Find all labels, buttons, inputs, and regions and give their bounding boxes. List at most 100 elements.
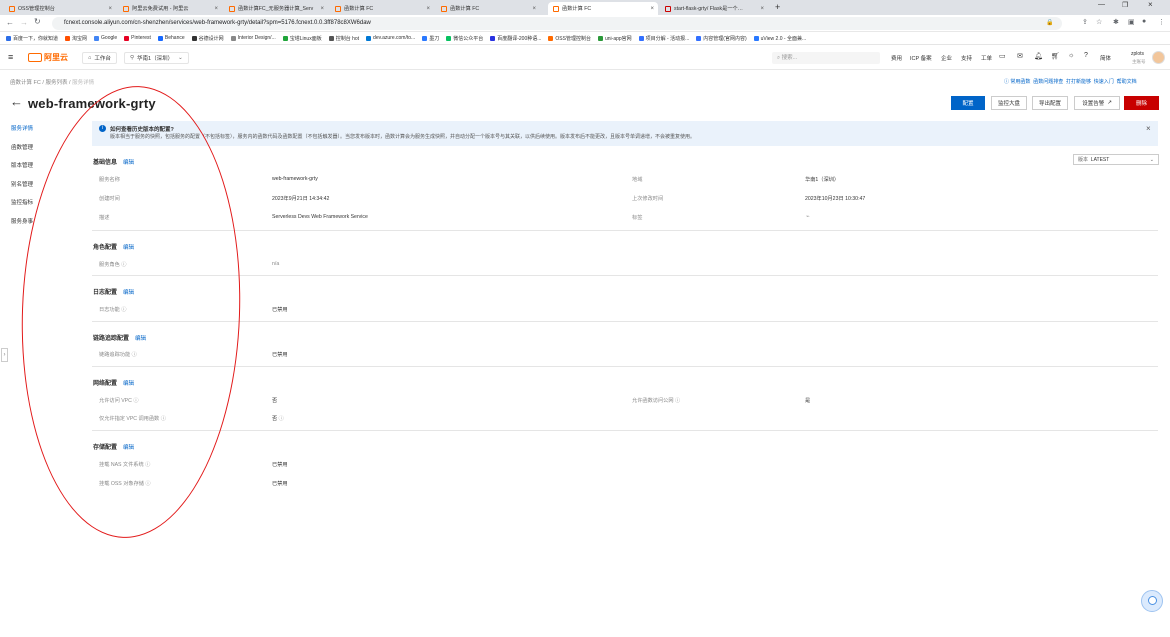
minimize-icon[interactable]: — xyxy=(1098,1,1105,8)
back-arrow-icon[interactable]: ← xyxy=(10,94,23,109)
help-icon[interactable]: ⓘ xyxy=(121,262,126,268)
bookmark-item[interactable]: Behance xyxy=(157,35,185,41)
sidebar-item-metrics[interactable]: 监控指标 xyxy=(11,198,33,217)
share-icon[interactable]: ⇪ xyxy=(1082,18,1088,26)
bookmark-item[interactable]: Interior Design/... xyxy=(230,35,276,41)
bookmark-item[interactable]: 百度一下，你就知道 xyxy=(6,35,58,42)
edit-link[interactable]: 编辑 xyxy=(135,336,146,342)
close-icon[interactable]: × xyxy=(108,6,112,12)
bookmark-item[interactable]: 墨刀 xyxy=(422,35,439,42)
browser-tab[interactable]: 函数计算 FC × xyxy=(436,2,540,15)
help-icon[interactable]: ? xyxy=(1084,52,1088,59)
sidebar-item-versions[interactable]: 版本管理 xyxy=(11,161,33,180)
sidebar-item-aliases[interactable]: 别名管理 xyxy=(11,180,33,199)
sidebar-item-functions[interactable]: 函数管理 xyxy=(11,143,33,162)
browser-tab[interactable]: OSS管理控制台 × xyxy=(4,2,116,15)
nav-link-support[interactable]: 支持 xyxy=(961,54,972,62)
bookmark-item[interactable]: OSS管理控制台 xyxy=(548,35,591,42)
monitor-dashboard-button[interactable]: 监控大盘 xyxy=(991,96,1027,110)
profile-icon[interactable]: ● xyxy=(1142,18,1146,25)
bookmark-item[interactable]: 项目分解 - 活动报... xyxy=(638,35,689,42)
bookmark-item[interactable]: dev.azure.com/to... xyxy=(366,35,415,41)
edit-link[interactable]: 编辑 xyxy=(123,245,134,251)
cart-icon[interactable]: 🛒︎ xyxy=(1051,52,1060,60)
help-icon[interactable]: ⓘ xyxy=(145,481,150,487)
star-icon[interactable]: ☆ xyxy=(1096,18,1102,26)
user-name[interactable]: zplots xyxy=(1131,51,1144,57)
bookmark-item[interactable]: 内容管理(官网内容) xyxy=(696,35,747,42)
help-icon[interactable]: ⓘ xyxy=(145,462,150,468)
quicklink[interactable]: 打打新能够 xyxy=(1066,79,1091,85)
url-input[interactable]: fcnext.console.aliyun.com/cn-shenzhen/se… xyxy=(52,17,1062,30)
region-select[interactable]: ⚲ 华南1（深圳） ⌄ xyxy=(124,52,189,64)
message-icon[interactable]: ✉ xyxy=(1017,52,1023,60)
help-icon[interactable]: ⓘ xyxy=(133,398,138,404)
help-icon[interactable]: ⓘ xyxy=(121,307,126,313)
search-input[interactable]: ⌕ 搜索... xyxy=(772,52,880,64)
new-tab-button[interactable]: + xyxy=(775,2,780,12)
browser-tab[interactable]: start-flask-grty/ Flask是一个… × xyxy=(660,2,768,15)
quicklink[interactable]: 快速入门 xyxy=(1094,79,1114,85)
bookmark-item[interactable]: Google xyxy=(94,35,117,41)
close-icon[interactable]: × xyxy=(760,6,764,12)
browser-tab[interactable]: 阿里云免费试用 - 阿里云 × xyxy=(118,2,222,15)
support-bot-icon[interactable] xyxy=(1141,590,1163,612)
menu-dots-icon[interactable]: ⋮ xyxy=(1158,18,1165,26)
help-icon[interactable]: ⓘ xyxy=(675,398,680,404)
bookmark-item[interactable]: 控制台 hot xyxy=(328,35,359,42)
language-switch[interactable]: 简体 xyxy=(1100,54,1111,62)
sidebar-expand-toggle[interactable]: › xyxy=(1,348,8,362)
browser-tab[interactable]: 函数计算FC_无服务器计算_Serv × xyxy=(224,2,328,15)
quicklink[interactable]: 帮助文档 xyxy=(1117,79,1137,85)
bookmark-item[interactable]: uView 2.0 - 全面兼... xyxy=(753,35,806,42)
breadcrumb-item[interactable]: 函数计算 FC xyxy=(10,80,41,86)
bookmark-item[interactable]: 淘宝网 xyxy=(65,35,87,42)
close-icon[interactable]: × xyxy=(320,6,324,12)
close-icon[interactable]: × xyxy=(650,6,654,12)
cloud-shell-icon[interactable]: ▭ xyxy=(999,52,1006,60)
close-icon[interactable]: × xyxy=(532,6,536,12)
version-select[interactable]: 版本 LATEST ⌄ xyxy=(1073,154,1159,165)
sidebar-item-service-detail[interactable]: 服务详情 xyxy=(11,124,33,143)
browser-tab-active[interactable]: 函数计算 FC × xyxy=(548,2,658,15)
browser-tab[interactable]: 函数计算 FC × xyxy=(330,2,434,15)
edit-link[interactable]: 编辑 xyxy=(123,381,134,387)
quicklink[interactable]: 常用函数 xyxy=(1010,79,1030,85)
breadcrumb-item[interactable]: 服务列表 xyxy=(45,80,67,86)
nav-link-billing[interactable]: 费用 xyxy=(891,54,902,62)
bookmark-item[interactable]: 宝塔Linux面板 xyxy=(282,35,322,42)
aliyun-logo[interactable]: 阿里云 xyxy=(28,52,68,63)
extensions-icon[interactable]: ✱ xyxy=(1113,18,1119,26)
delete-button[interactable]: 删除 xyxy=(1124,96,1159,110)
bookmark-item[interactable]: Pinterest xyxy=(124,35,151,41)
bell-icon[interactable]: 🔔︎ xyxy=(1034,52,1043,60)
nav-link-enterprise[interactable]: 企业 xyxy=(941,54,952,62)
nav-link-ticket[interactable]: 工单 xyxy=(981,54,992,62)
edit-link[interactable]: 编辑 xyxy=(123,290,134,296)
help-icon[interactable]: ⓘ xyxy=(279,416,284,422)
sidebar-item-other[interactable]: 服务身事 xyxy=(11,217,33,236)
avatar[interactable] xyxy=(1152,51,1165,64)
help-icon[interactable]: ⓘ xyxy=(132,352,137,358)
hamburger-menu-icon[interactable]: ≡ xyxy=(8,52,13,62)
bookmark-item[interactable]: uni-app官网 xyxy=(597,35,632,42)
close-icon[interactable]: × xyxy=(214,6,218,12)
bookmark-item[interactable]: 谷德设计网 xyxy=(191,35,224,42)
back-arrow-icon[interactable]: ← xyxy=(6,18,14,27)
window-close-icon[interactable]: × xyxy=(1148,0,1153,9)
lightbulb-icon[interactable]: ☼ xyxy=(1068,52,1074,59)
close-icon[interactable]: × xyxy=(1146,124,1151,133)
edit-link[interactable]: 编辑 xyxy=(123,160,134,166)
forward-arrow-icon[interactable]: → xyxy=(20,18,28,27)
close-icon[interactable]: × xyxy=(426,6,430,12)
tag-icon[interactable]: ⌁ xyxy=(806,213,810,220)
maximize-icon[interactable]: ❐ xyxy=(1122,1,1128,9)
help-icon[interactable]: ⓘ xyxy=(161,416,166,422)
nav-link-icp[interactable]: ICP 备案 xyxy=(910,54,932,62)
edit-link[interactable]: 编辑 xyxy=(123,445,134,451)
reload-icon[interactable]: ↻ xyxy=(34,17,41,26)
config-button[interactable]: 配置 xyxy=(951,96,985,110)
set-alarm-button[interactable]: 设置告警 ↗ xyxy=(1074,96,1120,110)
quicklink[interactable]: 函数问题排查 xyxy=(1033,79,1063,85)
export-config-button[interactable]: 导出配置 xyxy=(1032,96,1068,110)
